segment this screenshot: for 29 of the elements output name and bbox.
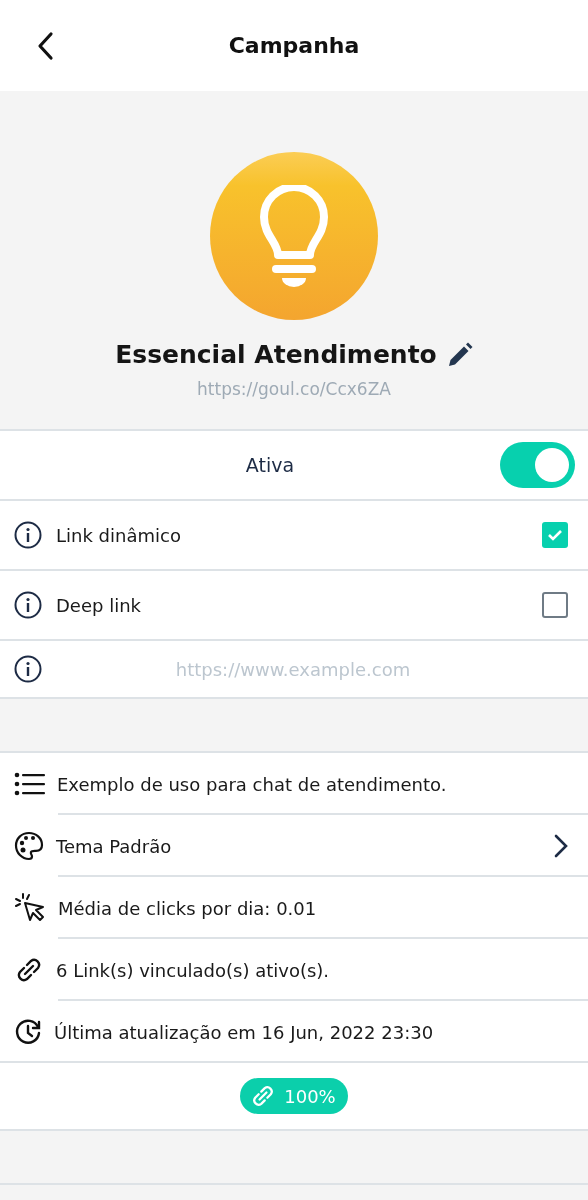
option-label: Deep link [56,594,142,616]
detail-text: Média de clicks por dia: 0.01 [58,897,318,919]
badge-text: 100% [284,1085,336,1107]
info-icon[interactable] [14,655,42,683]
lightbulb-icon [258,185,330,287]
campaign-name: Essencial Atendimento [115,340,437,369]
campaign-url: https://goul.co/Ccx6ZA [197,379,391,399]
check-icon [547,529,563,541]
deep-link-input[interactable]: https://www.example.com [56,657,568,681]
cursor-click-icon [14,893,46,923]
page-title: Campanha [228,33,360,58]
chevron-right-icon[interactable] [554,834,568,858]
back-icon [36,31,54,61]
detail-text: Última atualização em 16 Jun, 2022 23:30 [54,1021,435,1043]
list-icon [14,772,45,796]
info-icon[interactable] [14,591,42,619]
active-toggle[interactable] [500,442,575,488]
checkbox[interactable] [542,592,568,618]
detail-text: Exemplo de uso para chat de atendimento. [57,773,448,795]
palette-icon [14,831,44,861]
active-label: Ativa [244,454,296,476]
deep-link-field[interactable]: https://www.example.com [0,641,588,699]
checkbox[interactable] [542,522,568,548]
detail-text: 6 Link(s) vinculado(s) ativo(s). [56,959,331,981]
history-icon [14,1018,42,1046]
detail-text: Tema Padrão [56,835,173,857]
info-icon[interactable] [14,521,42,549]
pencil-icon[interactable] [446,341,473,368]
option-label: Link dinâmico [56,524,182,546]
